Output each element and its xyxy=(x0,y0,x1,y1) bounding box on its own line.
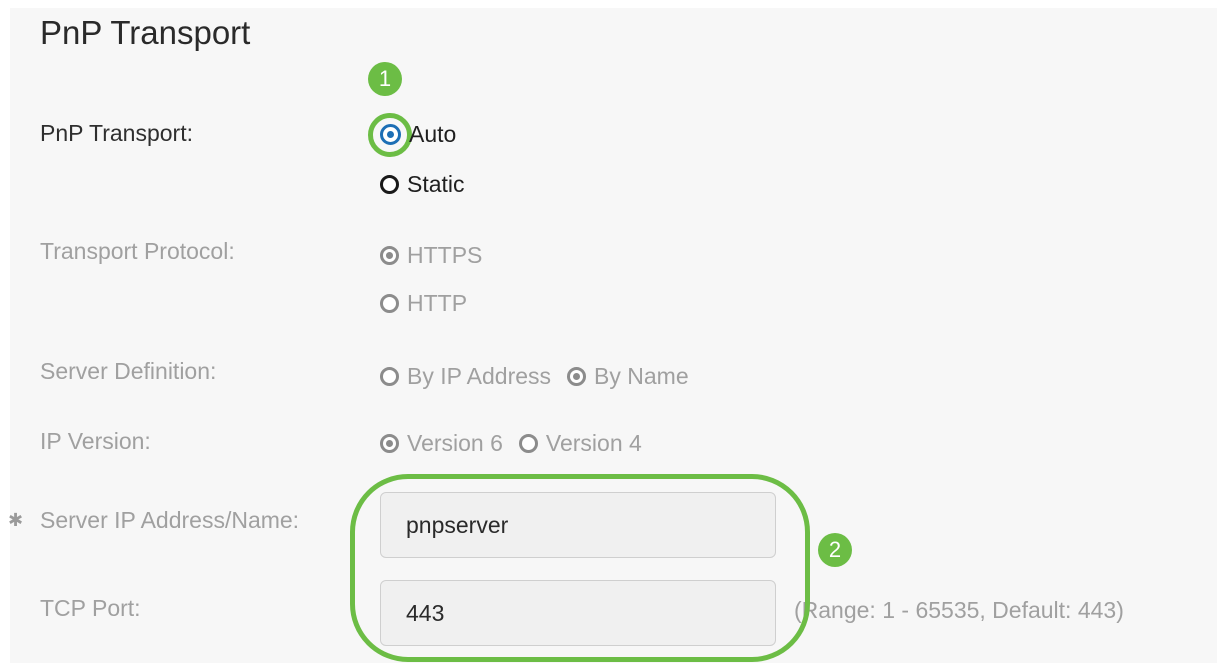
pnp-transport-label: PnP Transport: xyxy=(40,120,193,146)
tcp-port-label: TCP Port: xyxy=(40,595,141,621)
ip-version-6-option[interactable]: Version 6 xyxy=(380,430,503,457)
ip-version-label: IP Version: xyxy=(40,428,151,454)
pnp-transport-auto-row[interactable]: Auto xyxy=(380,119,456,149)
transport-protocol-http-label: HTTP xyxy=(407,289,468,316)
transport-protocol-http-radio[interactable] xyxy=(380,293,399,313)
settings-panel xyxy=(10,8,1217,663)
page-title: PnP Transport xyxy=(40,14,251,51)
pnp-transport-auto-label: Auto xyxy=(409,120,457,147)
pnp-transport-auto-radio[interactable] xyxy=(380,123,401,145)
server-address-label: Server IP Address/Name: xyxy=(40,507,300,533)
pnp-transport-static-row[interactable]: Static xyxy=(380,169,465,199)
server-definition-name-radio[interactable] xyxy=(567,366,587,386)
server-definition-ip-radio[interactable] xyxy=(380,366,399,386)
ip-version-4-radio[interactable] xyxy=(518,433,538,453)
ip-version-6-radio[interactable] xyxy=(380,433,399,453)
ip-version-row: Version 6 Version 4 xyxy=(380,428,658,458)
transport-protocol-http-row[interactable]: HTTP xyxy=(380,288,467,318)
gear-icon: ✱ xyxy=(8,510,24,530)
pnp-transport-static-radio[interactable] xyxy=(380,174,399,194)
ip-version-4-label: Version 4 xyxy=(545,429,642,456)
server-address-input[interactable] xyxy=(380,492,776,558)
ip-version-4-option[interactable]: Version 4 xyxy=(518,429,642,457)
server-definition-name-option[interactable]: By Name xyxy=(567,363,689,390)
step-badge-1: 1 xyxy=(368,62,402,96)
transport-protocol-https-row[interactable]: HTTPS xyxy=(380,240,482,270)
server-definition-label: Server Definition: xyxy=(40,358,217,384)
transport-protocol-label: Transport Protocol: xyxy=(40,238,235,264)
server-definition-ip-label: By IP Address xyxy=(407,362,552,389)
transport-protocol-https-label: HTTPS xyxy=(407,241,483,268)
tcp-port-input[interactable] xyxy=(380,580,776,646)
server-definition-ip-option[interactable]: By IP Address xyxy=(380,363,551,390)
tcp-port-range-hint: (Range: 1 - 65535, Default: 443) xyxy=(794,597,1124,623)
page: PnP Transport 1 PnP Transport: Auto Stat… xyxy=(0,0,1217,663)
pnp-transport-static-label: Static xyxy=(407,170,465,197)
ip-version-6-label: Version 6 xyxy=(407,429,503,456)
server-definition-name-label: By Name xyxy=(594,362,689,389)
server-definition-row: By IP Address By Name xyxy=(380,361,705,391)
step-badge-2: 2 xyxy=(818,533,852,567)
transport-protocol-https-radio[interactable] xyxy=(380,245,399,265)
